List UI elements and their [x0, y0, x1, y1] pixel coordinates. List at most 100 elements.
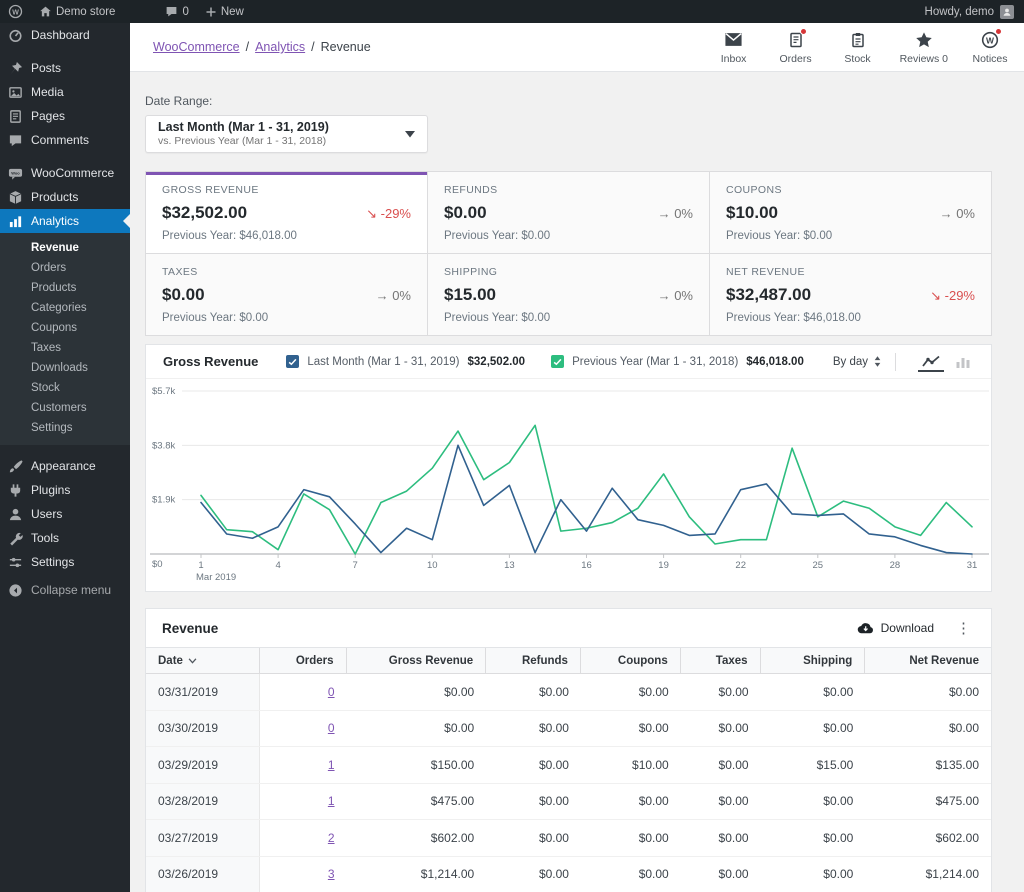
cell-shipping: $0.00 [823, 684, 854, 699]
legend-previous-year[interactable]: Previous Year (Mar 1 - 31, 2018) $46,018… [551, 355, 804, 368]
bar-chart-toggle[interactable] [952, 352, 974, 372]
chart-header: Gross Revenue Last Month (Mar 1 - 31, 20… [146, 345, 991, 379]
kebab-menu-icon[interactable]: ⋮ [952, 619, 975, 638]
date-range-values: Last Month (Mar 1 - 31, 2019) vs. Previo… [158, 120, 329, 149]
column-header-date[interactable]: Date [146, 648, 260, 673]
site-name-link[interactable]: Demo store [31, 0, 123, 23]
summary-cards: GROSS REVENUE $32,502.00 ↘ -29% Previous… [145, 171, 992, 336]
breadcrumb-analytics-link[interactable]: Analytics [255, 40, 305, 54]
svg-text:W: W [986, 35, 994, 45]
sidebar-item-products[interactable]: Products [0, 185, 130, 209]
column-header-orders[interactable]: Orders [260, 648, 347, 673]
summary-card-taxes[interactable]: TAXES $0.00 → 0% Previous Year: $0.00 [146, 254, 427, 335]
collapse-menu-button[interactable]: Collapse menu [0, 578, 130, 602]
submenu-item-stock[interactable]: Stock [0, 378, 130, 398]
column-header-refunds[interactable]: Refunds [486, 648, 581, 673]
orders-count-link[interactable]: 1 [328, 794, 335, 808]
cell-date: 03/26/2019 [146, 856, 260, 892]
card-previous: Previous Year: $46,018.00 [162, 230, 297, 242]
sidebar-item-tools[interactable]: Tools [0, 526, 130, 550]
wordpress-menu-button[interactable]: W [0, 0, 31, 23]
sidebar-item-dashboard[interactable]: Dashboard [0, 23, 130, 47]
comment-bubble-icon [165, 5, 178, 18]
main-content: WooCommerce / Analytics / Revenue Inbox … [130, 23, 1024, 892]
submenu-item-downloads[interactable]: Downloads [0, 358, 130, 378]
legend-last-month[interactable]: Last Month (Mar 1 - 31, 2019) $32,502.00 [286, 355, 525, 368]
comments-pending-button[interactable]: 0 [157, 0, 196, 23]
submenu-item-coupons[interactable]: Coupons [0, 318, 130, 338]
submenu-item-settings[interactable]: Settings [0, 418, 130, 438]
table-row: 03/27/2019 2 $602.00 $0.00 $0.00 $0.00 $… [146, 820, 991, 857]
sidebar-item-woocommerce[interactable]: Woo WooCommerce [0, 161, 130, 185]
woocommerce-icon: Woo [8, 166, 23, 181]
card-previous: Previous Year: $46,018.00 [726, 312, 861, 324]
stock-button[interactable]: Stock [838, 30, 878, 65]
sidebar-item-media[interactable]: Media [0, 80, 130, 104]
orders-count-link[interactable]: 2 [328, 831, 335, 845]
summary-card-refunds[interactable]: REFUNDS $0.00 → 0% Previous Year: $0.00 [428, 172, 709, 253]
sidebar-item-comments[interactable]: Comments [0, 128, 130, 152]
new-content-button[interactable]: New [197, 0, 252, 23]
column-header-net-revenue[interactable]: Net Revenue [865, 648, 991, 673]
column-header-taxes[interactable]: Taxes [681, 648, 761, 673]
reviews-button[interactable]: Reviews 0 [900, 30, 948, 65]
trend-down-icon: ↘ [366, 206, 378, 221]
avatar[interactable] [1000, 4, 1014, 19]
summary-card-coupons[interactable]: COUPONS $10.00 → 0% Previous Year: $0.00 [710, 172, 991, 253]
sidebar-item-appearance[interactable]: Appearance [0, 454, 130, 478]
card-value: $0.00 [162, 285, 205, 304]
submenu-item-products[interactable]: Products [0, 278, 130, 298]
column-header-coupons[interactable]: Coupons [581, 648, 681, 673]
card-value: $10.00 [726, 203, 778, 222]
submenu-item-categories[interactable]: Categories [0, 298, 130, 318]
table-row: 03/28/2019 1 $475.00 $0.00 $0.00 $0.00 $… [146, 783, 991, 820]
orders-label: Orders [779, 52, 812, 65]
date-range-selector[interactable]: Last Month (Mar 1 - 31, 2019) vs. Previo… [145, 115, 428, 153]
notices-button[interactable]: W Notices [970, 27, 1010, 65]
table-header: Revenue Download ⋮ [146, 609, 991, 648]
submenu-item-customers[interactable]: Customers [0, 398, 130, 418]
trend-flat-icon: → [657, 206, 671, 221]
sidebar-item-analytics[interactable]: Analytics [0, 209, 130, 233]
submenu-item-taxes[interactable]: Taxes [0, 338, 130, 358]
sidebar-item-settings[interactable]: Settings [0, 550, 130, 574]
summary-card-gross-revenue[interactable]: GROSS REVENUE $32,502.00 ↘ -29% Previous… [146, 172, 427, 253]
orders-count-link[interactable]: 1 [328, 758, 335, 772]
cell-taxes: $0.00 [718, 867, 749, 882]
comments-icon [8, 133, 23, 148]
inbox-button[interactable]: Inbox [714, 30, 754, 65]
interval-select[interactable]: By day [833, 356, 881, 368]
download-button[interactable]: Download [857, 621, 934, 635]
card-delta: → 0% [375, 288, 411, 303]
card-label: SHIPPING [444, 266, 498, 278]
card-previous: Previous Year: $0.00 [444, 312, 551, 324]
orders-count-link[interactable]: 3 [328, 867, 335, 881]
submenu-item-orders[interactable]: Orders [0, 258, 130, 278]
sidebar-item-label: Users [31, 507, 63, 521]
submenu-item-revenue[interactable]: Revenue [0, 238, 130, 258]
sidebar-item-plugins[interactable]: Plugins [0, 478, 130, 502]
interval-value: By day [832, 355, 868, 368]
sidebar-item-pages[interactable]: Pages [0, 104, 130, 128]
sidebar-item-label: Media [31, 85, 64, 99]
orders-count-link[interactable]: 0 [328, 685, 335, 699]
sidebar-item-posts[interactable]: Posts [0, 56, 130, 80]
sidebar-item-users[interactable]: Users [0, 502, 130, 526]
column-header-shipping[interactable]: Shipping [761, 648, 866, 673]
page-header: WooCommerce / Analytics / Revenue Inbox … [130, 23, 1024, 72]
stock-clipboard-icon [850, 30, 866, 50]
breadcrumb-woocommerce-link[interactable]: WooCommerce [153, 40, 240, 54]
orders-button[interactable]: Orders [776, 27, 816, 65]
admin-sidebar: Dashboard Posts Media Pages Comments Woo… [0, 23, 130, 892]
orders-count-link[interactable]: 0 [328, 721, 335, 735]
summary-card-net-revenue[interactable]: NET REVENUE $32,487.00 ↘ -29% Previous Y… [710, 254, 991, 335]
media-icon [8, 85, 23, 100]
revenue-chart: $0 $1.9k $3.8k $5.7k 1Mar 2019 4 7 10 13 16 19 22 25… [150, 386, 989, 583]
howdy-account-link[interactable]: Howdy, demo [925, 6, 994, 18]
summary-card-shipping[interactable]: SHIPPING $15.00 → 0% Previous Year: $0.0… [428, 254, 709, 335]
line-chart-toggle[interactable] [918, 352, 944, 372]
cell-coupons: $0.00 [638, 721, 669, 736]
cell-orders: 0 [260, 674, 347, 710]
column-header-gross-revenue[interactable]: Gross Revenue [347, 648, 487, 673]
cell-net-revenue: $475.00 [935, 794, 979, 809]
